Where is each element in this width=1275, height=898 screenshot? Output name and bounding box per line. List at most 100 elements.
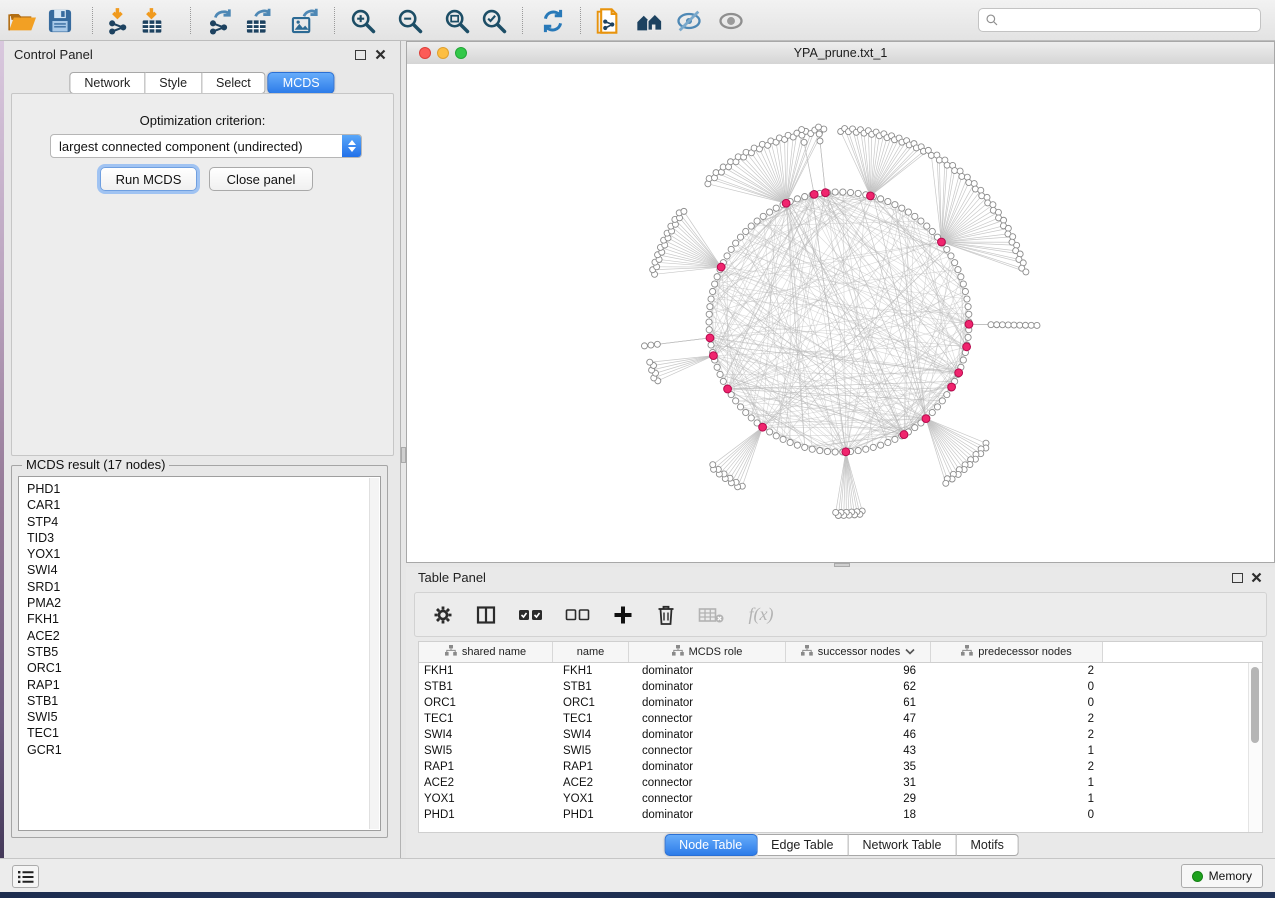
result-item[interactable]: GCR1 [19,742,380,758]
mcds-node[interactable] [822,189,830,197]
result-item[interactable]: RAP1 [19,677,380,693]
result-item[interactable]: CAR1 [19,497,380,513]
close-panel-icon[interactable] [375,49,386,60]
result-item[interactable]: SRD1 [19,579,380,595]
column-header-shared-name[interactable]: shared name [419,642,553,662]
search-field[interactable] [1003,12,1260,28]
float-panel-icon[interactable] [355,50,366,60]
table-row[interactable]: RAP1RAP1dominator352 [419,759,1262,775]
memory-button[interactable]: Memory [1181,864,1263,888]
result-item[interactable]: TEC1 [19,725,380,741]
result-item[interactable]: STB5 [19,644,380,660]
optimization-criterion-select[interactable]: largest connected component (undirected) [50,134,362,158]
result-item[interactable]: YOX1 [19,546,380,562]
share-document-icon[interactable] [593,7,621,35]
result-item[interactable]: SWI5 [19,709,380,725]
table-row[interactable]: YOX1YOX1connector291 [419,791,1262,807]
mcds-node[interactable] [938,238,946,246]
mcds-node[interactable] [963,343,971,351]
run-mcds-button[interactable]: Run MCDS [100,167,197,191]
mcds-node[interactable] [867,192,875,200]
close-panel-icon[interactable] [1251,572,1262,583]
mcds-node[interactable] [724,385,732,393]
result-item[interactable]: PHD1 [19,481,380,497]
import-table-icon[interactable] [138,7,166,35]
mcds-node[interactable] [710,352,718,360]
cell: ACE2 [419,777,553,789]
mcds-node[interactable] [842,448,850,456]
mcds-node[interactable] [948,383,956,391]
tab-network[interactable]: Network [69,72,145,94]
column-header-successor-nodes[interactable]: successor nodes [786,642,931,662]
result-item[interactable]: ACE2 [19,628,380,644]
export-image-icon[interactable] [290,7,318,35]
save-session-icon[interactable] [46,7,74,35]
column-header-mcds-role[interactable]: MCDS role [629,642,786,662]
result-list-scrollbar[interactable] [369,478,379,829]
home-icon[interactable] [635,7,663,35]
network-window-titlebar[interactable]: YPA_prune.txt_1 [407,42,1274,65]
mcds-node[interactable] [782,199,790,207]
tab-select[interactable]: Select [202,72,266,94]
table-scrollbar[interactable] [1248,663,1262,832]
show-eye-icon[interactable] [717,7,745,35]
hide-details-icon[interactable] [675,7,703,35]
delete-column-icon[interactable] [654,603,678,627]
tab-edge-table[interactable]: Edge Table [757,834,848,856]
zoom-in-icon[interactable] [349,7,377,35]
zoom-fit-icon[interactable] [443,7,471,35]
table-row[interactable]: STB1STB1dominator620 [419,679,1262,695]
select-all-icon[interactable] [517,603,545,627]
float-panel-icon[interactable] [1232,573,1243,583]
result-item[interactable]: TID3 [19,530,380,546]
show-columns-icon[interactable] [474,603,498,627]
mcds-node[interactable] [759,423,767,431]
tab-motifs[interactable]: Motifs [956,834,1018,856]
deselect-all-icon[interactable] [564,603,592,627]
network-graph[interactable] [407,64,1274,562]
tab-mcds[interactable]: MCDS [268,72,335,94]
task-history-button[interactable] [12,865,39,888]
table-row[interactable]: PHD1PHD1dominator180 [419,807,1262,823]
mcds-node[interactable] [706,334,714,342]
result-item[interactable]: PMA2 [19,595,380,611]
mcds-node[interactable] [900,431,908,439]
table-row[interactable]: SWI5SWI5connector431 [419,743,1262,759]
tab-network-table[interactable]: Network Table [849,834,957,856]
mcds-node[interactable] [810,190,818,198]
search-input[interactable] [978,8,1261,32]
table-row[interactable]: ACE2ACE2connector311 [419,775,1262,791]
table-row[interactable]: TEC1TEC1connector472 [419,711,1262,727]
result-item[interactable]: STP4 [19,514,380,530]
import-network-icon[interactable] [104,7,132,35]
cell: ORC1 [419,697,553,709]
settings-gear-icon[interactable] [431,603,455,627]
result-item[interactable]: SWI4 [19,562,380,578]
result-item[interactable]: ORC1 [19,660,380,676]
table-row[interactable]: FKH1FKH1dominator962 [419,663,1262,679]
close-panel-button[interactable]: Close panel [209,167,313,191]
table-row[interactable]: ORC1ORC1dominator610 [419,695,1262,711]
export-network-icon[interactable] [206,7,234,35]
tab-node-table[interactable]: Node Table [664,834,757,856]
column-header-predecessor-nodes[interactable]: predecessor nodes [931,642,1103,662]
cell: 35 [786,761,931,773]
zoom-selected-icon[interactable] [480,7,508,35]
mcds-node[interactable] [717,263,725,271]
mcds-result-list[interactable]: PHD1CAR1STP4TID3YOX1SWI4SRD1PMA2FKH1ACE2… [18,476,381,831]
result-item[interactable]: FKH1 [19,611,380,627]
scrollbar-thumb[interactable] [1251,667,1259,743]
export-table-icon[interactable] [244,7,272,35]
zoom-out-icon[interactable] [396,7,424,35]
mcds-node[interactable] [965,320,973,328]
result-item[interactable]: STB1 [19,693,380,709]
mcds-node[interactable] [955,369,963,377]
table-row[interactable]: SWI4SWI4dominator462 [419,727,1262,743]
refresh-icon[interactable] [539,7,567,35]
tab-style[interactable]: Style [145,72,202,94]
mcds-node[interactable] [922,415,930,423]
open-file-icon[interactable] [8,7,36,35]
network-canvas[interactable] [407,64,1274,562]
column-header-name[interactable]: name [553,642,629,662]
add-column-icon[interactable] [611,603,635,627]
